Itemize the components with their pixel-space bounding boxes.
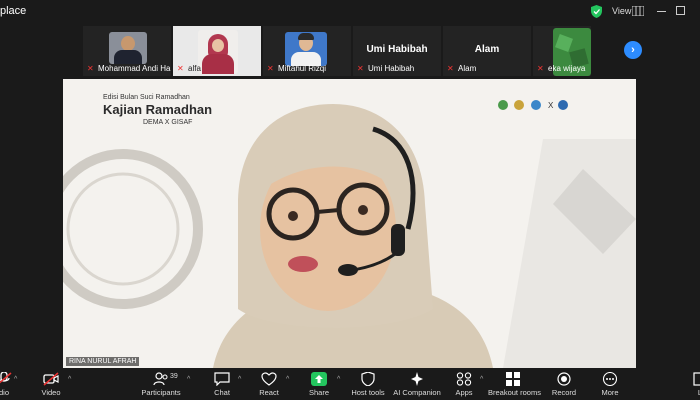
participants-options-caret-icon[interactable]: ^	[187, 376, 190, 383]
participant-label: ✕ Miftahul Rizqi	[267, 63, 327, 73]
react-label: React	[259, 388, 279, 397]
apps-options-caret-icon[interactable]: ^	[480, 376, 483, 383]
ai-companion-label: AI Companion	[393, 388, 441, 397]
host-tools-label: Host tools	[351, 388, 385, 397]
title-bar: place View	[0, 0, 700, 24]
host-tools-button[interactable]: Host tools	[350, 368, 386, 400]
audio-label: dio	[0, 388, 9, 397]
share-screen-icon	[311, 372, 327, 386]
maximize-button[interactable]	[676, 6, 685, 15]
minimize-button[interactable]	[657, 11, 666, 12]
view-button[interactable]: View	[612, 6, 631, 16]
chevron-right-icon: ›	[631, 44, 635, 56]
host-tools-shield-icon	[361, 372, 375, 386]
leave-label: L	[697, 388, 700, 397]
participants-count: 39	[170, 373, 178, 380]
breakout-rooms-label: Breakout rooms	[488, 388, 541, 397]
record-label: Record	[551, 388, 577, 397]
participant-tile[interactable]: ✕ alfa	[173, 26, 261, 76]
active-speaker-video: Edisi Bulan Suci Ramadhan Kajian Ramadha…	[63, 79, 636, 368]
mic-muted-icon: ✕	[357, 63, 364, 73]
apps-grid-icon	[456, 372, 472, 386]
zoom-meeting-window: place View ✕ Mohammad Andi Ha... ✕ alfa …	[0, 0, 700, 400]
participant-display-name: Umi Habibah	[366, 44, 428, 55]
share-label: Share	[308, 388, 329, 397]
record-button[interactable]: Record	[550, 368, 578, 400]
participant-tile[interactable]: Umi Habibah ✕ Umi Habibah	[353, 26, 441, 76]
participant-label: ✕ Alam	[447, 63, 477, 73]
apps-label: Apps	[455, 388, 473, 397]
more-dots-icon	[602, 372, 618, 386]
ai-sparkle-icon	[411, 372, 423, 386]
view-grid-icon[interactable]	[632, 6, 644, 16]
participant-label: ✕ alfa	[177, 63, 201, 73]
banner-subtitle: Edisi Bulan Suci Ramadhan	[103, 94, 190, 101]
more-button[interactable]: More	[597, 368, 623, 400]
banner-title: Kajian Ramadhan	[103, 102, 213, 117]
participant-tile[interactable]: ✕ eka wijaya	[533, 26, 591, 76]
window-title: place	[0, 5, 27, 17]
participant-video	[109, 32, 147, 64]
chat-label: Chat	[214, 388, 230, 397]
participants-icon	[153, 372, 168, 386]
speaker-name-label: RINA NURUL AFRAH	[66, 357, 140, 366]
participant-label: ✕ Mohammad Andi Ha...	[87, 63, 171, 73]
leave-button[interactable]: L	[688, 368, 700, 400]
microphone-muted-icon	[0, 372, 12, 384]
apps-button[interactable]: Apps	[452, 368, 476, 400]
participant-video	[285, 32, 327, 66]
participant-video	[198, 30, 238, 74]
participant-tile[interactable]: ✕ Mohammad Andi Ha...	[83, 26, 171, 76]
mic-muted-icon: ✕	[267, 63, 274, 73]
leave-icon	[693, 372, 700, 386]
participant-label: ✕ Umi Habibah	[357, 63, 415, 73]
participant-strip: ✕ Mohammad Andi Ha... ✕ alfa ✕ Miftahul …	[0, 24, 700, 78]
breakout-rooms-button[interactable]: Breakout rooms	[488, 368, 541, 400]
banner-organizers: DEMA X GISAF	[143, 119, 193, 126]
participant-tile[interactable]: ✕ Miftahul Rizqi	[263, 26, 351, 76]
participant-label: ✕ eka wijaya	[537, 63, 586, 73]
share-button[interactable]: Share	[306, 368, 332, 400]
video-options-caret-icon[interactable]: ^	[68, 376, 71, 383]
chat-options-caret-icon[interactable]: ^	[238, 376, 241, 383]
breakout-rooms-icon	[506, 372, 520, 386]
participants-label: Participants	[141, 388, 181, 397]
audio-options-caret-icon[interactable]: ^	[14, 376, 17, 383]
meeting-toolbar: dio ^ Video ^ Participants 39 ^ Chat ^ R…	[0, 368, 700, 400]
audio-button[interactable]: dio	[0, 368, 16, 400]
mic-muted-icon: ✕	[447, 63, 454, 73]
react-button[interactable]: React	[257, 368, 281, 400]
video-button[interactable]: Video	[38, 368, 64, 400]
more-label: More	[601, 388, 619, 397]
react-options-caret-icon[interactable]: ^	[286, 376, 289, 383]
video-camera-off-icon	[43, 372, 59, 386]
mic-muted-icon: ✕	[87, 63, 94, 73]
ai-companion-button[interactable]: AI Companion	[392, 368, 442, 400]
sponsor-separator: X	[548, 101, 554, 110]
mic-muted-icon: ✕	[177, 63, 184, 73]
share-options-caret-icon[interactable]: ^	[337, 376, 340, 383]
heart-react-icon	[261, 372, 277, 386]
chat-icon	[214, 372, 230, 386]
video-label: Video	[41, 388, 61, 397]
mic-muted-icon: ✕	[537, 63, 544, 73]
participant-tile[interactable]: Alam ✕ Alam	[443, 26, 531, 76]
record-icon	[557, 372, 571, 386]
security-shield-icon[interactable]	[591, 5, 602, 18]
participant-display-name: Alam	[474, 44, 500, 55]
chat-button[interactable]: Chat	[210, 368, 234, 400]
next-page-button[interactable]: ›	[624, 41, 642, 59]
